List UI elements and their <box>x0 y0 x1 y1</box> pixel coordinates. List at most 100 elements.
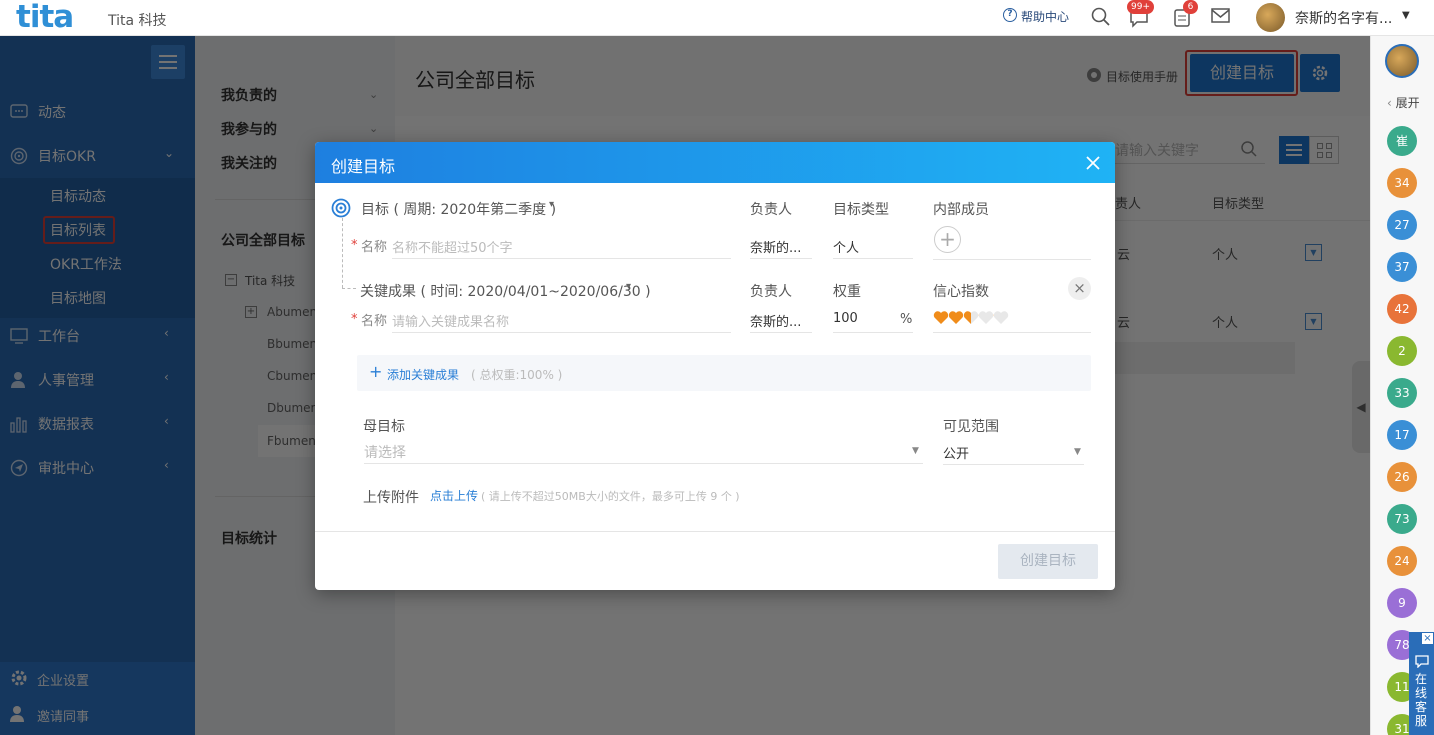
member-badge[interactable]: 9 <box>1387 588 1417 618</box>
list-view-button[interactable] <box>1279 136 1309 164</box>
upload-link[interactable]: 点击上传 <box>430 487 478 504</box>
add-member-button[interactable]: + <box>934 226 961 253</box>
filter-joined[interactable]: 我参与的 <box>221 119 277 139</box>
member-badge[interactable]: 24 <box>1387 546 1417 576</box>
user-name[interactable]: 奈斯的名字有... <box>1295 8 1392 28</box>
tree-node[interactable]: Bbumen <box>267 337 317 351</box>
tree-node[interactable]: Abumen <box>267 305 317 319</box>
tita-logo[interactable]: tita <box>16 0 74 34</box>
row-type: 个人 <box>1212 316 1239 331</box>
filter-all-company[interactable]: 公司全部目标 <box>221 230 305 250</box>
weight-input[interactable]: 100 % <box>833 311 913 333</box>
mail-icon[interactable] <box>1210 7 1232 25</box>
visibility-label: 可见范围 <box>943 419 999 435</box>
heart-icon[interactable] <box>978 310 994 326</box>
search-icon[interactable] <box>1240 140 1258 158</box>
members-field: + <box>933 226 1091 260</box>
sidebar-sub-okr-map[interactable]: 目标地图 <box>50 288 106 308</box>
member-avatar[interactable] <box>1385 44 1419 78</box>
close-icon[interactable] <box>1086 156 1100 170</box>
objective-type-select[interactable]: 个人 <box>833 237 913 259</box>
add-kr-row: + 添加关键成果 ( 总权重:100% ) <box>357 355 1091 391</box>
remove-kr-button[interactable]: × <box>1068 277 1091 300</box>
help-icon[interactable]: ? <box>1003 8 1017 22</box>
tree-node[interactable]: Cbumen <box>267 369 317 383</box>
sidebar-item-label: 审批中心 <box>38 461 94 477</box>
target-icon <box>10 147 28 165</box>
expand-link[interactable]: ‹ 展开 <box>1387 94 1420 111</box>
percent-sign: % <box>900 312 913 327</box>
sidebar-item-label: 数据报表 <box>38 417 94 433</box>
company-settings-link[interactable]: 企业设置 <box>37 670 89 689</box>
member-badge[interactable]: 37 <box>1387 252 1417 282</box>
sidebar-sub-okr-list[interactable]: 目标列表 <box>50 220 106 240</box>
search-icon[interactable] <box>1090 6 1112 28</box>
sidebar-item-workbench[interactable]: 工作台 ‹ <box>0 315 195 355</box>
heart-icon[interactable] <box>993 310 1009 326</box>
confidence-rating[interactable] <box>933 310 1091 333</box>
kr-name-input[interactable]: 请输入关键成果名称 <box>392 311 731 333</box>
add-kr-link[interactable]: 添加关键成果 <box>387 366 459 383</box>
required-mark: * <box>351 312 358 327</box>
create-goal-button[interactable]: 创建目标 <box>1190 54 1294 92</box>
parent-goal-select[interactable]: 请选择 ▼ <box>364 442 923 464</box>
expand-icon[interactable]: + <box>245 306 257 318</box>
sidebar-sub-okr-method[interactable]: OKR工作法 <box>50 254 122 274</box>
member-badge[interactable]: 27 <box>1387 210 1417 240</box>
online-service-button[interactable]: × 在线客服 <box>1409 632 1434 735</box>
objective-owner-select[interactable]: 奈斯的... <box>750 237 812 259</box>
submit-create-button[interactable]: 创建目标 <box>998 544 1098 579</box>
member-badge[interactable]: 73 <box>1387 504 1417 534</box>
member-badge[interactable]: 26 <box>1387 462 1417 492</box>
kr-name-label: 名称 <box>361 314 388 329</box>
sidebar-item-reports[interactable]: 数据报表 ‹ <box>0 403 195 443</box>
invite-icon <box>10 706 24 722</box>
chart-icon <box>10 417 27 433</box>
collapse-panel-handle[interactable]: ◀ <box>1352 361 1370 453</box>
sidebar-item-feed[interactable]: 动态 <box>0 91 195 131</box>
period-dropdown-caret[interactable]: ▾ <box>549 199 554 210</box>
row-dropdown-button[interactable]: ▼ <box>1305 313 1322 330</box>
row-dropdown-button[interactable]: ▼ <box>1305 244 1322 261</box>
member-badge[interactable]: 17 <box>1387 420 1417 450</box>
user-menu-caret[interactable]: ▼ <box>1402 10 1410 21</box>
sidebar-item-label: 工作台 <box>38 329 80 345</box>
member-badge[interactable]: 33 <box>1387 378 1417 408</box>
heart-icon[interactable] <box>933 310 949 326</box>
help-center-link[interactable]: 帮助中心 <box>1021 8 1069 25</box>
member-badge[interactable]: 42 <box>1387 294 1417 324</box>
grid-view-button[interactable] <box>1309 136 1339 164</box>
kr-owner-select[interactable]: 奈斯的... <box>750 311 812 333</box>
heart-icon[interactable] <box>948 310 964 326</box>
filter-followed[interactable]: 我关注的 <box>221 153 277 173</box>
settings-button[interactable] <box>1300 54 1340 92</box>
tree-node[interactable]: Dbumen <box>267 401 318 415</box>
menu-toggle-button[interactable] <box>151 45 185 79</box>
heart-icon[interactable] <box>963 310 979 326</box>
sidebar-item-label: 目标OKR <box>38 149 96 165</box>
upload-label: 上传附件 <box>363 490 419 506</box>
filter-stats[interactable]: 目标统计 <box>221 528 277 548</box>
sidebar-item-okr[interactable]: 目标OKR ⌄ <box>0 135 195 175</box>
company-name: Tita 科技 <box>108 13 167 29</box>
manual-link[interactable]: 目标使用手册 <box>1106 68 1178 85</box>
member-badge[interactable]: 34 <box>1387 168 1417 198</box>
kr-dropdown-caret[interactable]: ▾ <box>626 281 631 292</box>
sidebar-item-approval[interactable]: 审批中心 ‹ <box>0 447 195 487</box>
collapse-icon[interactable]: − <box>225 274 237 286</box>
kr-owner-header: 负责人 <box>750 284 792 300</box>
visibility-select[interactable]: 公开 ▼ <box>943 443 1084 465</box>
user-avatar[interactable] <box>1256 3 1285 32</box>
filter-mine[interactable]: 我负责的 <box>221 85 277 105</box>
close-icon[interactable]: × <box>1421 632 1434 645</box>
sidebar-item-hr[interactable]: 人事管理 ‹ <box>0 359 195 399</box>
sidebar-sub-okr-feed[interactable]: 目标动态 <box>50 186 106 206</box>
tree-connector <box>342 218 343 288</box>
tree-root[interactable]: Tita 科技 <box>245 272 295 289</box>
invite-colleague-link[interactable]: 邀请同事 <box>37 706 89 725</box>
chat-bubble-icon <box>1415 655 1429 668</box>
objective-name-input[interactable]: 名称不能超过50个字 <box>392 237 731 259</box>
weight-value: 100 <box>833 311 858 326</box>
member-badge[interactable]: 崔 <box>1387 126 1417 156</box>
member-badge[interactable]: 2 <box>1387 336 1417 366</box>
